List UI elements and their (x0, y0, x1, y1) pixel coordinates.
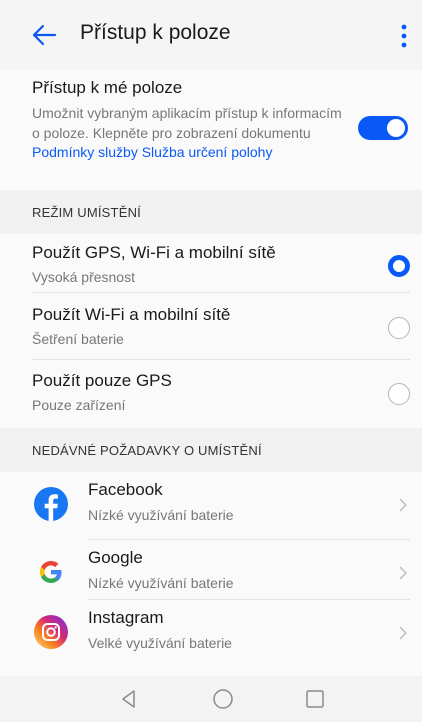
divider (32, 292, 410, 293)
radio-button[interactable] (388, 383, 410, 405)
app-bar: Přístup k poloze (0, 0, 422, 70)
page-title: Přístup k poloze (80, 21, 231, 44)
nav-home-icon[interactable] (212, 688, 234, 710)
chevron-right-icon (399, 566, 408, 580)
more-vertical-icon[interactable] (396, 22, 412, 50)
mode-title: Použít pouze GPS (32, 371, 172, 390)
chevron-right-icon (399, 626, 408, 640)
app-usage: Nízké využívání baterie (88, 575, 234, 591)
mode-title: Použít Wi-Fi a mobilní sítě (32, 305, 231, 324)
mode-subtitle: Vysoká přesnost (32, 269, 135, 285)
location-access-desc-text: Umožnit vybraným aplikacím přístup k inf… (32, 105, 342, 141)
mode-subtitle: Pouze zařízení (32, 397, 126, 413)
app-row-facebook[interactable]: Facebook Nízké využívání baterie (0, 472, 422, 540)
nav-back-icon[interactable] (118, 688, 140, 710)
mode-subtitle: Šetření baterie (32, 331, 124, 347)
app-name: Instagram (88, 608, 164, 627)
app-row-google[interactable]: Google Nízké využívání baterie (0, 540, 422, 608)
mode-title: Použít GPS, Wi-Fi a mobilní sítě (32, 243, 276, 262)
mode-section-header: REŽIM UMÍSTĚNÍ (0, 190, 422, 234)
facebook-icon (34, 487, 68, 521)
location-access-toggle[interactable] (358, 116, 408, 140)
arrow-left-icon[interactable] (30, 21, 58, 49)
google-icon (40, 561, 62, 583)
nav-recents-icon[interactable] (304, 688, 326, 710)
chevron-right-icon (399, 498, 408, 512)
mode-option-device-only[interactable]: Použít pouze GPS Pouze zařízení (0, 362, 422, 430)
app-name: Facebook (88, 480, 163, 499)
recent-header-label: NEDÁVNÉ POŽADAVKY O UMÍSTĚNÍ (32, 443, 262, 458)
mode-option-battery-saving[interactable]: Použít Wi-Fi a mobilní sítě Šetření bate… (0, 296, 422, 364)
system-navigation-bar (0, 676, 422, 722)
app-usage: Nízké využívání baterie (88, 507, 234, 523)
mode-list: Použít GPS, Wi-Fi a mobilní sítě Vysoká … (0, 234, 422, 428)
app-name: Google (88, 548, 143, 567)
location-access-description: Umožnit vybraným aplikacím přístup k inf… (32, 104, 352, 163)
location-access-title: Přístup k mé poloze (32, 78, 183, 97)
app-row-instagram[interactable]: Instagram Velké využívání baterie (0, 600, 422, 668)
radio-button[interactable] (388, 317, 410, 339)
mode-header-label: REŽIM UMÍSTĚNÍ (32, 205, 141, 220)
divider (32, 359, 410, 360)
recent-apps-list: Facebook Nízké využívání baterie Google … (0, 472, 422, 676)
toggle-knob (387, 119, 405, 137)
app-usage: Velké využívání baterie (88, 635, 232, 651)
recent-section-header: NEDÁVNÉ POŽADAVKY O UMÍSTĚNÍ (0, 428, 422, 472)
location-access-row[interactable]: Přístup k mé poloze Umožnit vybraným apl… (0, 70, 422, 190)
radio-button-selected[interactable] (388, 255, 410, 277)
terms-link[interactable]: Podmínky služby Služba určení polohy (32, 144, 272, 160)
instagram-icon (34, 615, 68, 649)
